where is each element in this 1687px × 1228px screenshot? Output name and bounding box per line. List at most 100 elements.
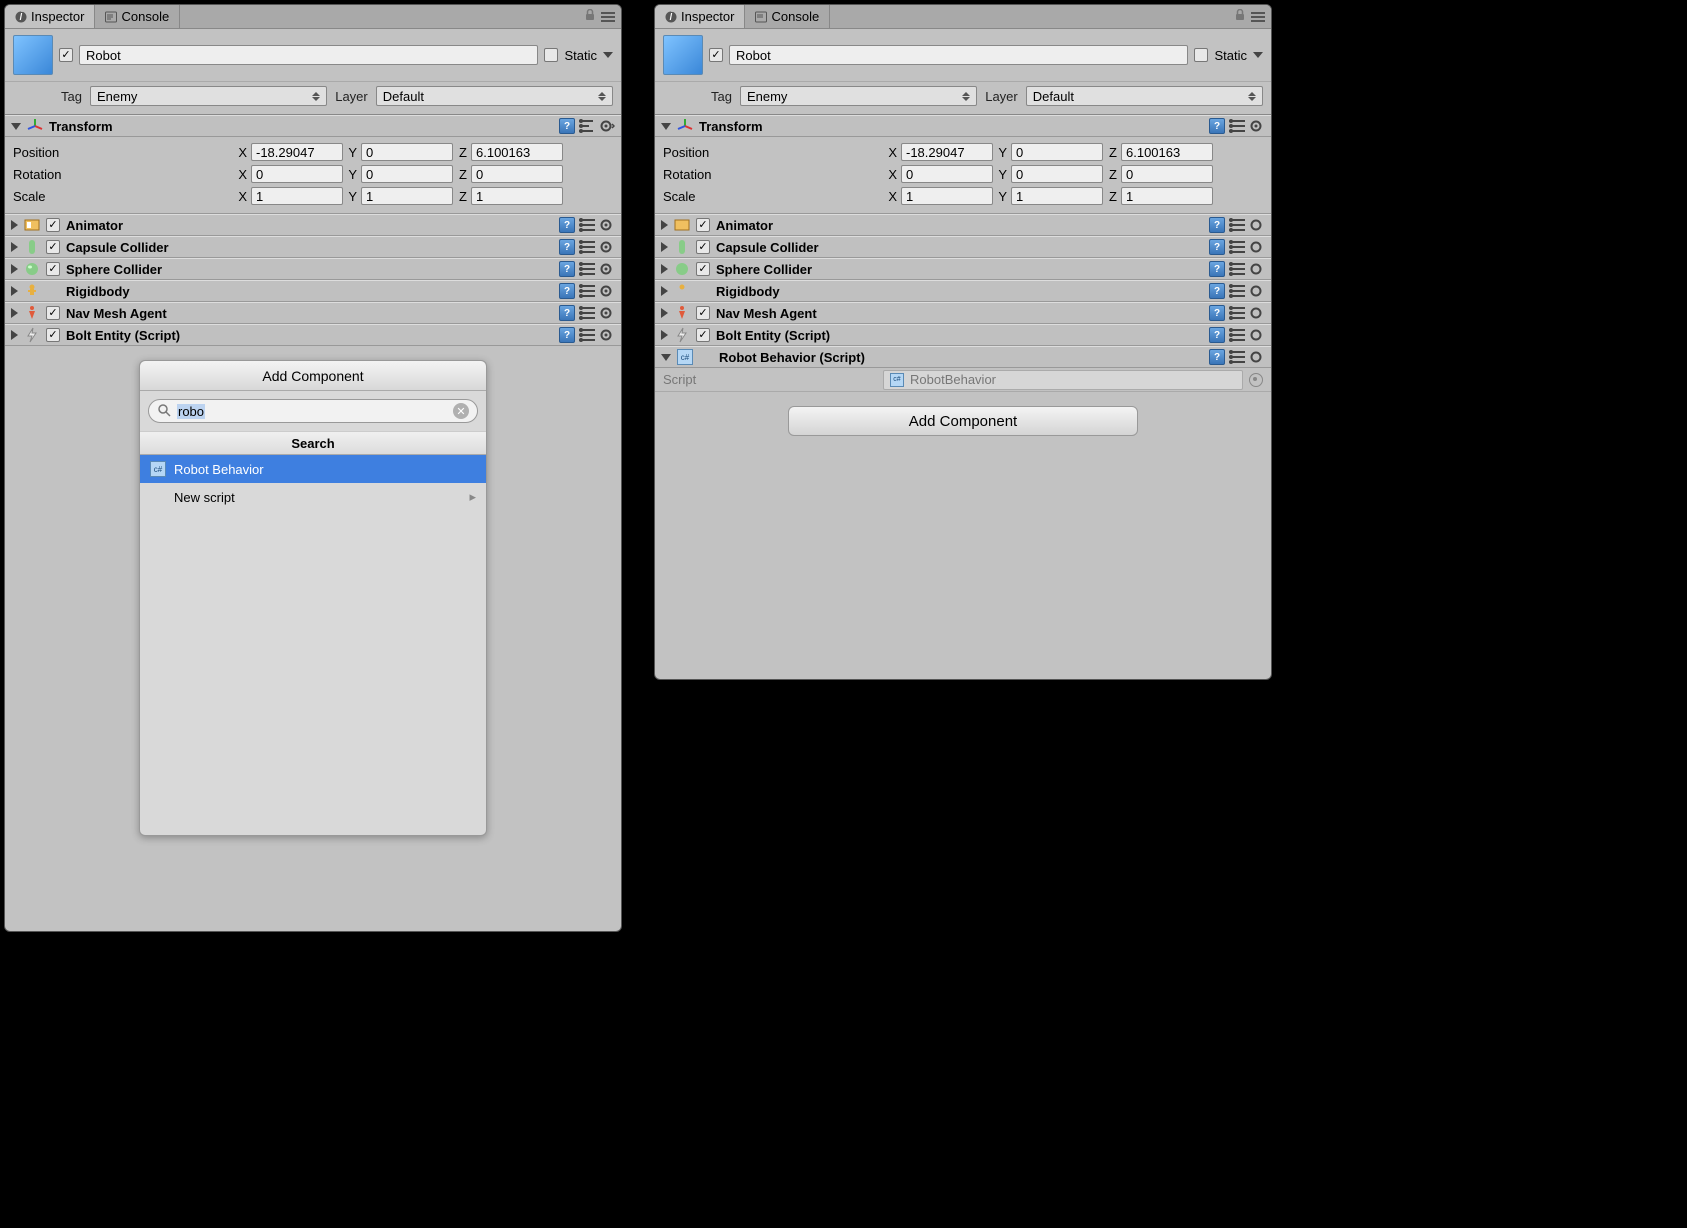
popup-search-input[interactable]: robo — [177, 404, 205, 419]
gear-icon[interactable] — [1249, 349, 1265, 365]
scale-y-input[interactable] — [1011, 187, 1103, 205]
help-icon[interactable]: ? — [1209, 327, 1225, 343]
object-picker-icon[interactable] — [1249, 373, 1263, 387]
position-x-input[interactable] — [901, 143, 993, 161]
rotation-y-input[interactable] — [1011, 165, 1103, 183]
fold-toggle-icon[interactable] — [11, 123, 21, 130]
lock-icon[interactable] — [585, 9, 595, 24]
animator-header[interactable]: Animator ? — [5, 214, 621, 236]
gear-icon[interactable] — [1249, 261, 1265, 277]
help-icon[interactable]: ? — [559, 118, 575, 134]
popup-result-item[interactable]: c# Robot Behavior — [140, 455, 486, 483]
gear-icon[interactable] — [599, 305, 615, 321]
gear-icon[interactable] — [1249, 118, 1265, 134]
help-icon[interactable]: ? — [1209, 239, 1225, 255]
animator-enable-checkbox[interactable] — [46, 218, 60, 232]
layer-dropdown[interactable]: Default — [1026, 86, 1263, 106]
help-icon[interactable]: ? — [559, 261, 575, 277]
gear-icon[interactable] — [1249, 283, 1265, 299]
transform-header[interactable]: Transform ? — [655, 115, 1271, 137]
scale-z-input[interactable] — [471, 187, 563, 205]
preset-icon[interactable] — [1229, 283, 1245, 299]
gear-icon[interactable] — [599, 217, 615, 233]
static-dropdown-icon[interactable] — [1253, 52, 1263, 58]
position-y-input[interactable] — [361, 143, 453, 161]
preset-icon[interactable] — [579, 305, 595, 321]
capsule-enable-checkbox[interactable] — [696, 240, 710, 254]
preset-icon[interactable] — [1229, 305, 1245, 321]
rotation-x-input[interactable] — [901, 165, 993, 183]
fold-toggle-icon[interactable] — [11, 220, 18, 230]
preset-icon[interactable] — [1229, 261, 1245, 277]
preset-icon[interactable] — [1229, 349, 1245, 365]
help-icon[interactable]: ? — [559, 283, 575, 299]
fold-toggle-icon[interactable] — [11, 286, 18, 296]
lock-icon[interactable] — [1235, 9, 1245, 24]
fold-toggle-icon[interactable] — [661, 354, 671, 361]
preset-icon[interactable] — [1229, 118, 1245, 134]
gameobject-name-input[interactable] — [79, 45, 538, 65]
navmesh-enable-checkbox[interactable] — [696, 306, 710, 320]
gear-icon[interactable] — [599, 283, 615, 299]
gear-icon[interactable] — [1249, 217, 1265, 233]
help-icon[interactable]: ? — [1209, 305, 1225, 321]
bolt-enable-checkbox[interactable] — [696, 328, 710, 342]
preset-icon[interactable] — [579, 283, 595, 299]
animator-enable-checkbox[interactable] — [696, 218, 710, 232]
help-icon[interactable]: ? — [559, 217, 575, 233]
animator-header[interactable]: Animator? — [655, 214, 1271, 236]
tab-inspector[interactable]: i Inspector — [5, 5, 95, 28]
fold-toggle-icon[interactable] — [11, 330, 18, 340]
add-component-button[interactable]: Add Component — [788, 406, 1138, 436]
rotation-y-input[interactable] — [361, 165, 453, 183]
preset-icon[interactable] — [579, 239, 595, 255]
position-y-input[interactable] — [1011, 143, 1103, 161]
help-icon[interactable]: ? — [559, 327, 575, 343]
fold-toggle-icon[interactable] — [661, 123, 671, 130]
fold-toggle-icon[interactable] — [661, 286, 668, 296]
preset-icon[interactable] — [579, 261, 595, 277]
fold-toggle-icon[interactable] — [661, 308, 668, 318]
fold-toggle-icon[interactable] — [11, 242, 18, 252]
preset-icon[interactable] — [579, 327, 595, 343]
script-object-field[interactable]: c# RobotBehavior — [883, 370, 1243, 390]
preset-icon[interactable] — [1229, 217, 1245, 233]
sphere-collider-header[interactable]: Sphere Collider? — [655, 258, 1271, 280]
scale-x-input[interactable] — [901, 187, 993, 205]
tag-dropdown[interactable]: Enemy — [740, 86, 977, 106]
gear-icon[interactable] — [599, 261, 615, 277]
tab-console[interactable]: Console — [95, 5, 180, 28]
static-checkbox[interactable] — [544, 48, 558, 62]
scale-y-input[interactable] — [361, 187, 453, 205]
gear-icon[interactable] — [599, 239, 615, 255]
rotation-z-input[interactable] — [471, 165, 563, 183]
position-x-input[interactable] — [251, 143, 343, 161]
layer-dropdown[interactable]: Default — [376, 86, 613, 106]
fold-toggle-icon[interactable] — [661, 242, 668, 252]
gear-icon[interactable] — [599, 118, 615, 134]
rotation-x-input[interactable] — [251, 165, 343, 183]
robot-behavior-header[interactable]: c# Robot Behavior (Script) ? — [655, 346, 1271, 368]
static-checkbox[interactable] — [1194, 48, 1208, 62]
active-checkbox[interactable] — [59, 48, 73, 62]
help-icon[interactable]: ? — [559, 305, 575, 321]
navmesh-enable-checkbox[interactable] — [46, 306, 60, 320]
rigidbody-header[interactable]: Rigidbody? — [655, 280, 1271, 302]
clear-icon[interactable]: ✕ — [453, 403, 469, 419]
preset-icon[interactable] — [579, 217, 595, 233]
fold-toggle-icon[interactable] — [11, 308, 18, 318]
tag-dropdown[interactable]: Enemy — [90, 86, 327, 106]
position-z-input[interactable] — [1121, 143, 1213, 161]
fold-toggle-icon[interactable] — [661, 264, 668, 274]
bolt-header[interactable]: Bolt Entity (Script) ? — [5, 324, 621, 346]
preset-icon[interactable] — [579, 118, 595, 134]
sphere-collider-header[interactable]: Sphere Collider ? — [5, 258, 621, 280]
active-checkbox[interactable] — [709, 48, 723, 62]
preset-icon[interactable] — [1229, 327, 1245, 343]
help-icon[interactable]: ? — [1209, 349, 1225, 365]
rigidbody-header[interactable]: Rigidbody ? — [5, 280, 621, 302]
static-dropdown-icon[interactable] — [603, 52, 613, 58]
rotation-z-input[interactable] — [1121, 165, 1213, 183]
scale-z-input[interactable] — [1121, 187, 1213, 205]
capsule-enable-checkbox[interactable] — [46, 240, 60, 254]
